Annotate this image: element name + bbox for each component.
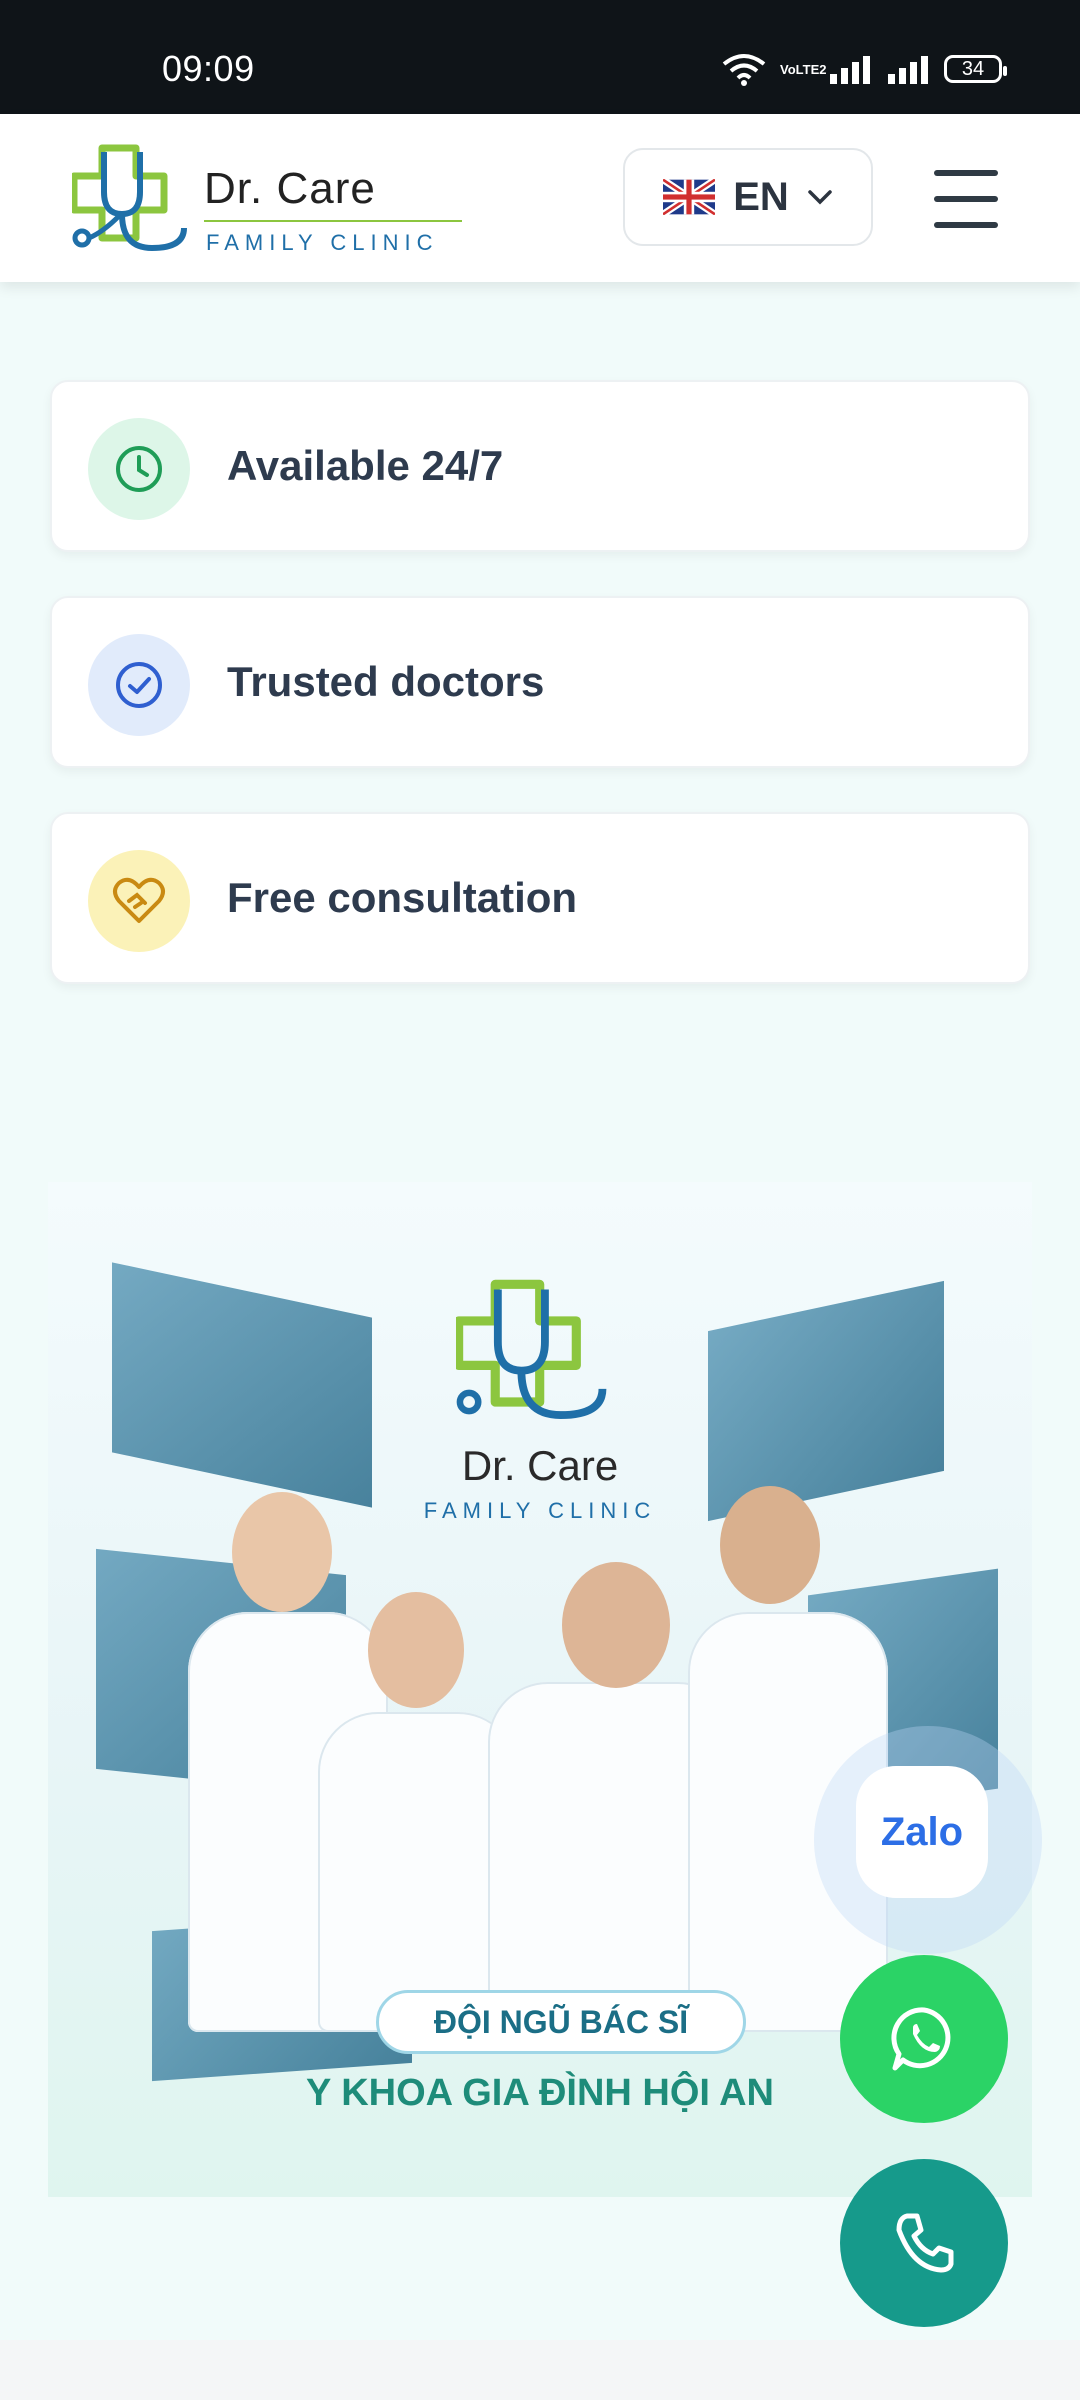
signal-icon-1 (830, 56, 870, 84)
signal-icon-2 (888, 56, 928, 84)
clock-icon (116, 446, 162, 492)
feature-card-free-consultation: Free consultation (50, 812, 1030, 984)
site-header: Dr. Care FAMILY CLINIC EN (0, 114, 1080, 282)
feature-icon-bg (88, 850, 190, 952)
feature-label: Available 24/7 (227, 442, 504, 489)
chevron-down-icon (808, 190, 832, 205)
hamburger-menu-button[interactable] (934, 170, 998, 228)
uk-flag-icon (663, 179, 716, 215)
status-time: 09:09 (162, 48, 255, 89)
zalo-chat-button[interactable]: Zalo (856, 1766, 988, 1898)
whatsapp-icon (891, 2007, 951, 2071)
doctor-head (562, 1562, 670, 1688)
feature-label: Free consultation (227, 874, 578, 921)
brand-logo[interactable]: Dr. Care FAMILY CLINIC (72, 134, 472, 264)
zalo-label: Zalo (880, 1809, 964, 1854)
check-circle-icon (116, 662, 162, 708)
stethoscope-cross-icon (456, 1279, 607, 1420)
volte-icon: VoLTE2 (780, 61, 827, 77)
language-code: EN (733, 174, 789, 219)
footer-strip (0, 2340, 1080, 2400)
banner-brand-name: Dr. Care (461, 1442, 619, 1489)
status-icons: VoLTE2 34 (722, 52, 1007, 86)
stethoscope-cross-icon (72, 144, 187, 252)
whatsapp-button[interactable] (840, 1955, 1008, 2123)
banner-brand-subtitle: FAMILY CLINIC (423, 1498, 657, 1523)
brand-name: Dr. Care (204, 164, 376, 213)
feature-card-available: Available 24/7 (50, 380, 1030, 552)
feature-label: Trusted doctors (227, 658, 545, 705)
feature-icon-bg (88, 634, 190, 736)
doctor-head (720, 1486, 820, 1604)
phone-icon (896, 2213, 954, 2273)
banner-title: ĐỘI NGŨ BÁC SĨ (376, 1990, 746, 2054)
hamburger-line (934, 196, 998, 202)
wifi-icon (722, 54, 766, 86)
hamburger-line (934, 222, 998, 228)
language-selector[interactable]: EN (623, 148, 873, 246)
brand-subtitle: FAMILY CLINIC (206, 230, 439, 255)
feature-icon-bg (88, 418, 190, 520)
battery-icon: 34 (944, 55, 1007, 83)
doctor-head (368, 1592, 464, 1708)
doctor-head (232, 1492, 332, 1612)
hamburger-icon (934, 170, 998, 176)
phone-call-button[interactable] (840, 2159, 1008, 2327)
feature-card-trusted: Trusted doctors (50, 596, 1030, 768)
heart-handshake-icon (113, 877, 165, 923)
brand-divider (204, 220, 462, 222)
status-bar: 09:09 VoLTE2 34 (0, 0, 1080, 114)
